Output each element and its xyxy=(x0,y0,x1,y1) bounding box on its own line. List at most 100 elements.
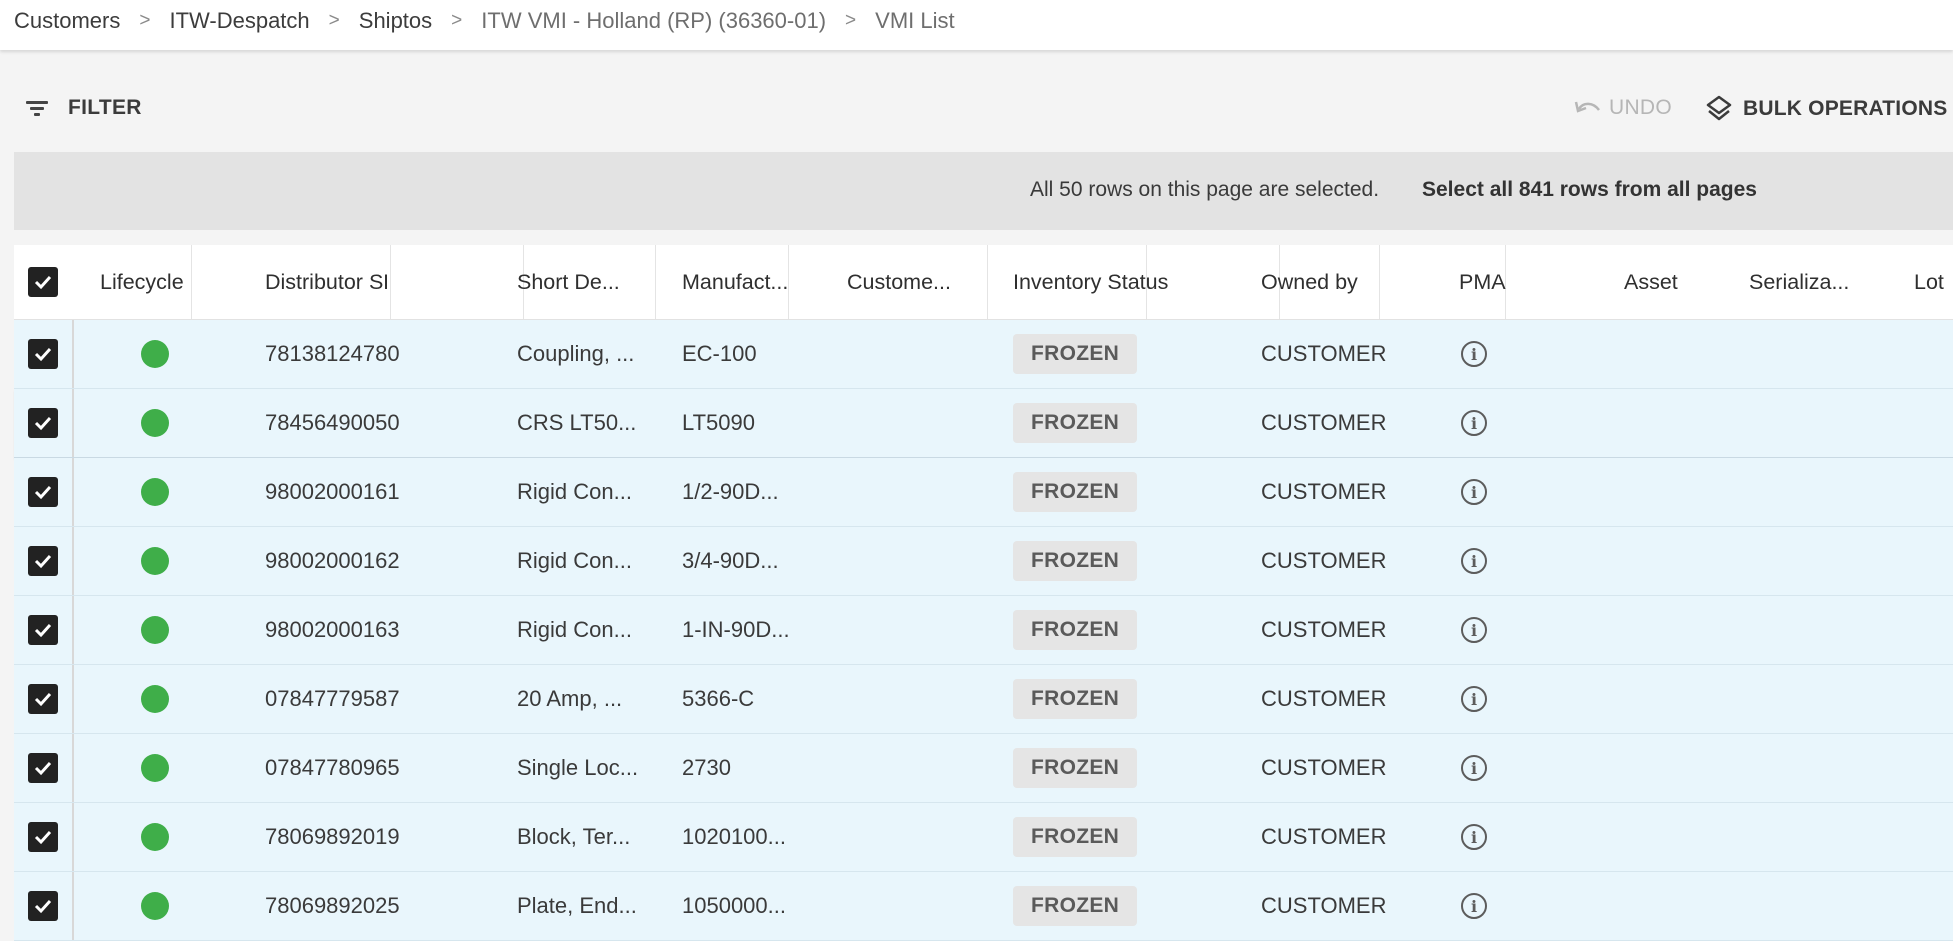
cell-pma: i xyxy=(1461,596,1487,664)
lifecycle-status xyxy=(141,596,169,664)
table-row[interactable]: 98002000162 Rigid Con... 3/4-90D... FROZ… xyxy=(14,527,1953,596)
table-row[interactable]: 78069892019 Block, Ter... 1020100... FRO… xyxy=(14,803,1953,872)
status-badge: FROZEN xyxy=(1013,817,1138,857)
cell-short-description: 20 Amp, ... xyxy=(517,686,623,711)
undo-arrow-icon xyxy=(1574,101,1600,113)
cell-inventory-status: FROZEN xyxy=(1013,872,1138,940)
column-header-distributor-sku[interactable]: Distributor SKU xyxy=(265,245,387,319)
select-all-rows-link[interactable]: Select all 841 rows from all pages xyxy=(1422,178,1757,202)
breadcrumb-shipto[interactable]: ITW VMI - Holland (RP) (36360-01) xyxy=(481,8,826,34)
breadcrumb-distributor[interactable]: ITW-Despatch xyxy=(169,8,309,34)
checkbox-checked-icon[interactable] xyxy=(28,546,58,576)
cell-manufacturer: 5366-C xyxy=(682,686,755,711)
info-circle-icon[interactable]: i xyxy=(1461,824,1487,850)
column-header-asset[interactable]: Asset xyxy=(1624,245,1704,319)
column-header-lifecycle[interactable]: Lifecycle ... xyxy=(100,245,190,319)
row-checkbox[interactable] xyxy=(28,527,58,595)
column-header-lot[interactable]: Lot xyxy=(1914,245,1953,319)
table-row[interactable]: 78069892025 Plate, End... 1050000... FRO… xyxy=(14,872,1953,941)
checkbox-checked-icon[interactable] xyxy=(28,684,58,714)
lifecycle-status xyxy=(141,458,169,526)
cell-distributor-sku: 78138124780 xyxy=(265,341,400,366)
cell-owned-by: CUSTOMER xyxy=(1261,893,1387,918)
info-circle-icon[interactable]: i xyxy=(1461,548,1487,574)
info-circle-icon[interactable]: i xyxy=(1461,893,1487,919)
cell-distributor-sku: 98002000162 xyxy=(265,548,400,573)
row-checkbox[interactable] xyxy=(28,596,58,664)
row-checkbox[interactable] xyxy=(28,389,58,457)
table-header: Lifecycle ... Distributor SKU Short De..… xyxy=(14,245,1953,320)
cell-inventory-status: FROZEN xyxy=(1013,665,1138,733)
info-circle-icon[interactable]: i xyxy=(1461,686,1487,712)
cell-owned-by: CUSTOMER xyxy=(1261,617,1387,642)
column-header-pma[interactable]: PMA xyxy=(1459,245,1539,319)
checkbox-checked-icon[interactable] xyxy=(28,753,58,783)
column-header-inventory-status[interactable]: Inventory Status xyxy=(1013,245,1183,319)
checkbox-checked-icon[interactable] xyxy=(28,408,58,438)
row-checkbox[interactable] xyxy=(28,734,58,802)
status-badge: FROZEN xyxy=(1013,610,1138,650)
cell-owned-by: CUSTOMER xyxy=(1261,755,1387,780)
selection-banner: All 50 rows on this page are selected. S… xyxy=(14,152,1953,230)
table-row[interactable]: 07847780965 Single Loc... 2730 FROZEN CU… xyxy=(14,734,1953,803)
breadcrumb-customers[interactable]: Customers xyxy=(14,8,120,34)
info-circle-icon[interactable]: i xyxy=(1461,410,1487,436)
cell-inventory-status: FROZEN xyxy=(1013,389,1138,457)
vmi-table: Lifecycle ... Distributor SKU Short De..… xyxy=(14,245,1953,941)
header-select-all[interactable] xyxy=(28,245,58,319)
status-badge: FROZEN xyxy=(1013,472,1138,512)
cell-distributor-sku: 98002000163 xyxy=(265,617,400,642)
cell-pma: i xyxy=(1461,458,1487,526)
breadcrumb-current-page: VMI List xyxy=(875,8,955,33)
row-checkbox[interactable] xyxy=(28,803,58,871)
cell-short-description: Coupling, ... xyxy=(517,341,635,366)
cell-manufacturer: 1020100... xyxy=(682,824,786,849)
cell-manufacturer: 1050000... xyxy=(682,893,786,918)
info-circle-icon[interactable]: i xyxy=(1461,479,1487,505)
cell-manufacturer: EC-100 xyxy=(682,341,757,366)
column-header-customer[interactable]: Custome... xyxy=(847,245,959,319)
checkbox-checked-icon[interactable] xyxy=(28,267,58,297)
toolbar: FILTER UNDO BULK OPERATIONS xyxy=(0,92,1953,138)
column-header-owned-by[interactable]: Owned by xyxy=(1261,245,1381,319)
row-checkbox[interactable] xyxy=(28,872,58,940)
cell-distributor-sku: 78069892019 xyxy=(265,824,400,849)
cell-inventory-status: FROZEN xyxy=(1013,734,1138,802)
status-dot-icon xyxy=(141,616,169,644)
info-circle-icon[interactable]: i xyxy=(1461,755,1487,781)
cell-pma: i xyxy=(1461,872,1487,940)
checkbox-checked-icon[interactable] xyxy=(28,477,58,507)
table-row[interactable]: 98002000163 Rigid Con... 1-IN-90D... FRO… xyxy=(14,596,1953,665)
row-checkbox[interactable] xyxy=(28,320,58,388)
checkbox-checked-icon[interactable] xyxy=(28,615,58,645)
column-header-manufacturer[interactable]: Manufact... xyxy=(682,245,794,319)
status-badge: FROZEN xyxy=(1013,748,1138,788)
status-dot-icon xyxy=(141,754,169,782)
cell-inventory-status: FROZEN xyxy=(1013,596,1138,664)
filter-button[interactable]: FILTER xyxy=(26,96,142,120)
breadcrumb-separator: > xyxy=(451,10,463,31)
cell-owned-by: CUSTOMER xyxy=(1261,548,1387,573)
undo-button[interactable]: UNDO xyxy=(1573,96,1672,120)
cell-inventory-status: FROZEN xyxy=(1013,458,1138,526)
checkbox-checked-icon[interactable] xyxy=(28,339,58,369)
checkbox-checked-icon[interactable] xyxy=(28,891,58,921)
status-badge: FROZEN xyxy=(1013,886,1138,926)
cell-pma: i xyxy=(1461,734,1487,802)
table-row[interactable]: 78138124780 Coupling, ... EC-100 FROZEN … xyxy=(14,320,1953,389)
row-checkbox[interactable] xyxy=(28,458,58,526)
status-badge: FROZEN xyxy=(1013,403,1138,443)
column-header-serialization[interactable]: Serializa... xyxy=(1749,245,1861,319)
column-header-short-description[interactable]: Short De... xyxy=(517,245,629,319)
cell-inventory-status: FROZEN xyxy=(1013,527,1138,595)
bulk-operations-button[interactable]: BULK OPERATIONS xyxy=(1705,94,1947,124)
row-checkbox[interactable] xyxy=(28,665,58,733)
info-circle-icon[interactable]: i xyxy=(1461,341,1487,367)
info-circle-icon[interactable]: i xyxy=(1461,617,1487,643)
table-row[interactable]: 78456490050 CRS LT50... LT5090 FROZEN CU… xyxy=(14,389,1953,458)
table-row[interactable]: 07847779587 20 Amp, ... 5366-C FROZEN CU… xyxy=(14,665,1953,734)
checkbox-checked-icon[interactable] xyxy=(28,822,58,852)
table-row[interactable]: 98002000161 Rigid Con... 1/2-90D... FROZ… xyxy=(14,458,1953,527)
breadcrumb-shiptos[interactable]: Shiptos xyxy=(359,8,432,34)
cell-owned-by: CUSTOMER xyxy=(1261,686,1387,711)
